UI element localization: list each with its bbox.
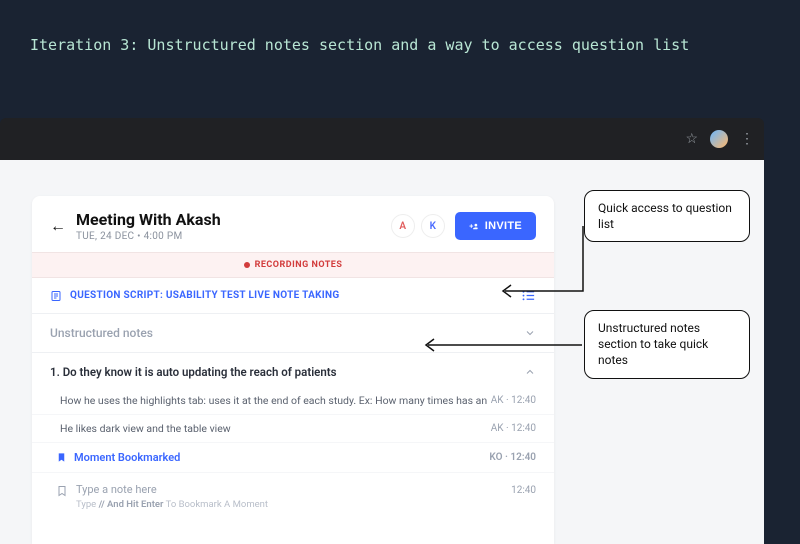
recording-label: RECORDING NOTES [255, 260, 343, 270]
question-text: 1. Do they know it is auto updating the … [50, 365, 524, 379]
note-input[interactable]: Type a note here [76, 483, 511, 496]
avatar-a[interactable]: A [391, 214, 415, 238]
avatar-k[interactable]: K [421, 214, 445, 238]
annotation-question-list: Quick access to question list [584, 190, 750, 242]
card-header: ← Meeting With Akash TUE, 24 DEC • 4:00 … [32, 196, 554, 252]
bookmark-line[interactable]: Moment Bookmarked KO · 12:40 [32, 443, 554, 473]
connector-line-icon [497, 226, 585, 306]
browser-chrome: ☆ ⋮ [0, 118, 764, 160]
annotation-unstructured: Unstructured notes section to take quick… [584, 310, 750, 379]
meeting-subtitle: TUE, 24 DEC • 4:00 PM [76, 231, 391, 242]
note-input-row[interactable]: Type a note here Type // And Hit Enter T… [32, 473, 554, 510]
script-icon [50, 290, 62, 302]
back-arrow-icon[interactable]: ← [50, 216, 66, 236]
script-label: QUESTION SCRIPT: USABILITY TEST LIVE NOT… [70, 290, 521, 301]
note-text: He likes dark view and the table view [60, 422, 491, 435]
meeting-card: ← Meeting With Akash TUE, 24 DEC • 4:00 … [32, 196, 554, 544]
note-text: How he uses the highlights tab: uses it … [60, 394, 491, 407]
invite-user-icon [469, 221, 480, 232]
question-script-row[interactable]: QUESTION SCRIPT: USABILITY TEST LIVE NOT… [32, 278, 554, 314]
input-block: Type a note here Type // And Hit Enter T… [76, 483, 511, 510]
bookmark-filled-icon [56, 452, 67, 463]
note-line[interactable]: How he uses the highlights tab: uses it … [32, 387, 554, 415]
note-meta: AK · 12:40 [491, 423, 536, 434]
note-line[interactable]: He likes dark view and the table view AK… [32, 415, 554, 443]
iteration-caption: Iteration 3: Unstructured notes section … [0, 0, 800, 59]
bookmark-text: Moment Bookmarked [74, 451, 489, 464]
browser-menu-icon[interactable]: ⋮ [740, 131, 754, 147]
title-block: Meeting With Akash TUE, 24 DEC • 4:00 PM [76, 210, 391, 242]
bookmark-outline-icon [56, 485, 68, 497]
recording-dot-icon [244, 262, 250, 268]
chevron-up-icon [524, 366, 536, 378]
input-help: Type // And Hit Enter To Bookmark A Mome… [76, 499, 511, 510]
app-viewport: ← Meeting With Akash TUE, 24 DEC • 4:00 … [0, 160, 764, 544]
bookmark-star-icon[interactable]: ☆ [685, 131, 698, 147]
profile-avatar[interactable] [710, 130, 728, 148]
connector-line-icon [420, 335, 584, 365]
meeting-title: Meeting With Akash [76, 210, 391, 229]
participant-avatars: A K [391, 214, 445, 238]
recording-bar: RECORDING NOTES [32, 252, 554, 278]
bookmark-meta: KO · 12:40 [489, 452, 536, 463]
input-time: 12:40 [511, 485, 536, 496]
note-meta: AK · 12:40 [491, 395, 536, 406]
